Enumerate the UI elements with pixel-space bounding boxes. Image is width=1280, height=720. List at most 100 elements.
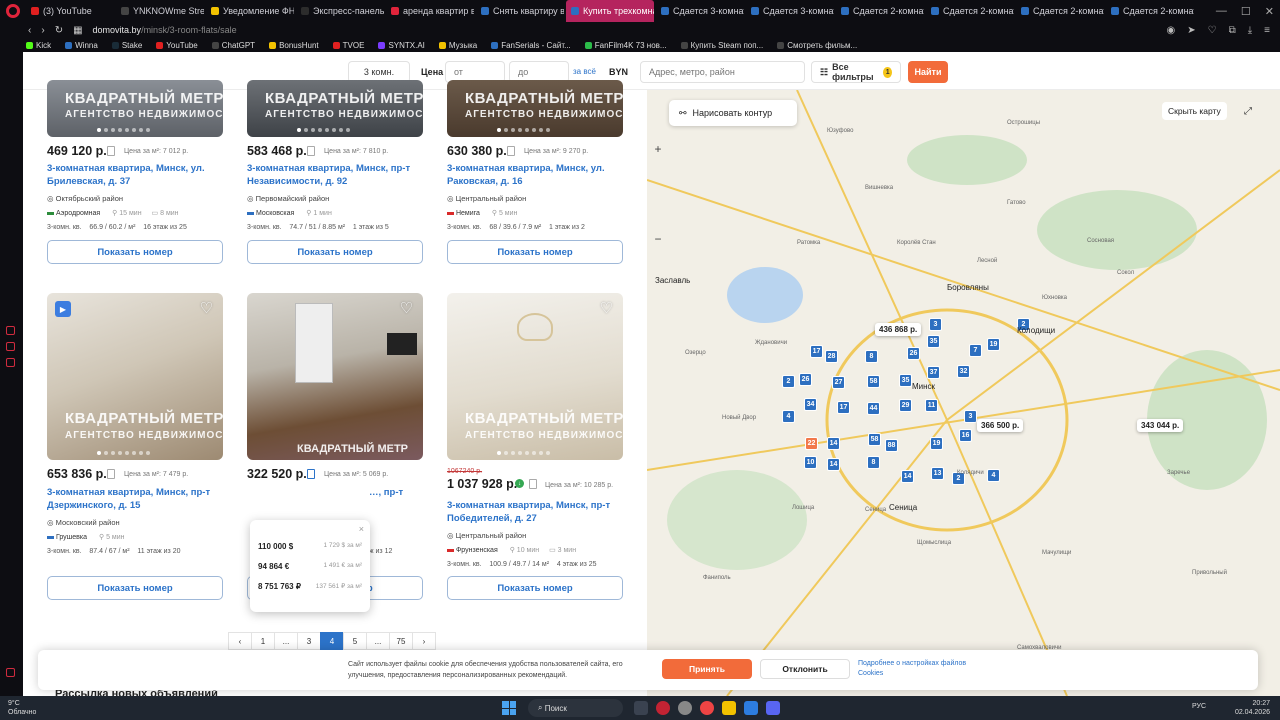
calculator-icon[interactable] bbox=[507, 146, 515, 156]
favorite-heart-icon[interactable]: ♡ bbox=[198, 301, 215, 316]
hide-map-button[interactable]: Скрыть карту bbox=[1162, 102, 1227, 120]
opera-taskbar-icon[interactable] bbox=[656, 701, 670, 715]
page-button[interactable]: ... bbox=[366, 632, 390, 650]
close-icon[interactable]: ✕ bbox=[1265, 5, 1274, 18]
page-button[interactable]: 1 bbox=[251, 632, 275, 650]
map-cluster-marker[interactable]: 32 bbox=[957, 365, 970, 378]
show-phone-button[interactable]: Показать номер bbox=[247, 240, 423, 264]
sidebar-more-icon[interactable] bbox=[6, 668, 15, 677]
map-price-marker[interactable]: 436 868 р. bbox=[875, 323, 922, 336]
per-all-toggle[interactable]: за всё bbox=[573, 67, 596, 76]
currency-select[interactable]: BYN bbox=[609, 67, 628, 77]
reload-icon[interactable]: ↻ bbox=[55, 25, 63, 36]
bookmark-item[interactable]: Музыка bbox=[438, 41, 477, 50]
page-button[interactable]: 75 bbox=[389, 632, 413, 650]
map-cluster-marker[interactable]: 29 bbox=[899, 399, 912, 412]
camera-icon[interactable]: ◉ bbox=[1167, 25, 1176, 36]
browser-tab[interactable]: Сдается 2-комнатная bbox=[1016, 0, 1104, 22]
map-cluster-marker[interactable]: 8 bbox=[867, 456, 880, 469]
bookmark-item[interactable]: FanSerials - Сайт... bbox=[491, 41, 571, 50]
all-filters-button[interactable]: ☷ Все фильтры 1 bbox=[811, 61, 901, 83]
map-cluster-marker[interactable]: 35 bbox=[927, 335, 940, 348]
map-cluster-marker[interactable]: 35 bbox=[899, 374, 912, 387]
map-panel[interactable]: ⚯ Нарисовать контур Скрыть карту ⤢ + − 32… bbox=[647, 90, 1280, 696]
discord-taskbar-icon[interactable] bbox=[766, 701, 780, 715]
map-cluster-marker[interactable]: 7 bbox=[969, 344, 982, 357]
show-phone-button[interactable]: Показать номер bbox=[47, 240, 223, 264]
map-cluster-marker[interactable]: 17 bbox=[810, 345, 823, 358]
forward-icon[interactable]: › bbox=[41, 25, 44, 36]
explorer-taskbar-icon[interactable] bbox=[722, 701, 736, 715]
map-cluster-marker[interactable]: 4 bbox=[782, 410, 795, 423]
page-button[interactable]: 5 bbox=[343, 632, 367, 650]
browser-tab[interactable]: Снять квартиру в Мин bbox=[476, 0, 564, 22]
task-view-icon[interactable] bbox=[634, 701, 648, 715]
calculator-icon[interactable] bbox=[307, 146, 315, 156]
map-cluster-marker[interactable]: 3 bbox=[964, 410, 977, 423]
map-cluster-marker[interactable]: 14 bbox=[827, 458, 840, 471]
start-icon[interactable] bbox=[502, 701, 516, 715]
browser-tab[interactable]: Купить трехкомнатную bbox=[566, 0, 654, 22]
weather-widget[interactable]: 9°C Облачно bbox=[8, 699, 36, 717]
map-cluster-marker[interactable]: 88 bbox=[885, 439, 898, 452]
send-icon[interactable]: ➤ bbox=[1187, 25, 1195, 36]
address-input[interactable] bbox=[640, 61, 805, 83]
map-price-marker[interactable]: 343 044 р. bbox=[1137, 419, 1184, 432]
map-cluster-marker[interactable]: 19 bbox=[930, 437, 943, 450]
browser-tab[interactable]: (3) YouTube bbox=[26, 0, 114, 22]
grid-icon[interactable]: ▦ bbox=[73, 25, 82, 36]
calculator-icon[interactable] bbox=[307, 469, 315, 479]
map-cluster-marker[interactable]: 58 bbox=[868, 433, 881, 446]
listing-photo[interactable]: ▶ ♡ КВАДРАТНЫЙ МЕТР АГЕНТСТВО НЕДВИЖИМОС… bbox=[47, 293, 223, 460]
map-cluster-marker[interactable]: 14 bbox=[901, 470, 914, 483]
draw-contour-button[interactable]: ⚯ Нарисовать контур bbox=[669, 100, 797, 126]
show-phone-button[interactable]: Показать номер bbox=[47, 576, 223, 600]
bookmark-item[interactable]: Kick bbox=[26, 41, 51, 50]
taskbar-search[interactable]: ⌕ Поиск bbox=[528, 699, 623, 717]
show-phone-button[interactable]: Показать номер bbox=[447, 240, 623, 264]
bookmark-icon[interactable]: ♡ bbox=[1208, 25, 1217, 36]
calculator-icon[interactable] bbox=[529, 479, 537, 489]
map-cluster-marker[interactable]: 22 bbox=[805, 437, 818, 450]
close-popup-icon[interactable]: × bbox=[359, 524, 364, 534]
map-cluster-marker[interactable]: 11 bbox=[925, 399, 938, 412]
menu-icon[interactable]: ≡ bbox=[1264, 25, 1270, 36]
favorite-heart-icon[interactable]: ♡ bbox=[398, 301, 415, 316]
bookmark-item[interactable]: ChatGPT bbox=[211, 41, 255, 50]
listing-photo[interactable]: ♡ КВАДРАТНЫЙ МЕТР АГЕНТСТВО НЕДВИЖИМОСТИ bbox=[447, 293, 623, 460]
map-price-marker[interactable]: 366 500 р. bbox=[977, 419, 1024, 432]
bookmark-item[interactable]: TVOE bbox=[332, 41, 364, 50]
browser-tab[interactable]: Сдается 3-комнатная bbox=[656, 0, 744, 22]
bookmark-item[interactable]: BonusHunt bbox=[269, 41, 319, 50]
listing-title[interactable]: 3-комнатная квартира, Минск, пр-т Победи… bbox=[447, 499, 623, 525]
find-button[interactable]: Найти bbox=[908, 61, 948, 83]
cookie-decline-button[interactable]: Отклонить bbox=[760, 659, 850, 679]
bookmark-item[interactable]: SYNTX.AI bbox=[378, 41, 425, 50]
back-icon[interactable]: ‹ bbox=[28, 25, 31, 36]
url-field[interactable]: domovita.by/minsk/3-room-flats/sale bbox=[93, 25, 237, 35]
map-cluster-marker[interactable]: 26 bbox=[799, 373, 812, 386]
video-icon[interactable]: ▶ bbox=[55, 301, 71, 317]
calculator-icon[interactable] bbox=[107, 146, 115, 156]
browser-tab[interactable]: Экспресс-панель bbox=[296, 0, 384, 22]
map-cluster-marker[interactable]: 44 bbox=[867, 402, 880, 415]
map-cluster-marker[interactable]: 8 bbox=[865, 350, 878, 363]
cookie-accept-button[interactable]: Принять bbox=[662, 659, 752, 679]
maximize-icon[interactable]: ☐ bbox=[1241, 5, 1251, 18]
browser-tab[interactable]: аренда квартир в мин bbox=[386, 0, 474, 22]
listing-photo[interactable]: ♡ КВАДРАТНЫЙ МЕТР bbox=[247, 293, 423, 460]
show-phone-button[interactable]: Показать номер bbox=[447, 576, 623, 600]
sidebar-wallet-icon[interactable] bbox=[6, 342, 15, 351]
map-cluster-marker[interactable]: 2 bbox=[782, 375, 795, 388]
map-cluster-marker[interactable]: 13 bbox=[931, 467, 944, 480]
map-cluster-marker[interactable]: 27 bbox=[832, 376, 845, 389]
bookmark-item[interactable]: FanFilm4K 73 нов... bbox=[584, 41, 667, 50]
page-button[interactable]: ‹ bbox=[228, 632, 252, 650]
clock[interactable]: 20:27 02.04.2026 bbox=[1235, 699, 1270, 717]
minimize-icon[interactable]: — bbox=[1216, 5, 1227, 17]
extensions-icon[interactable]: ⧉ bbox=[1229, 25, 1236, 36]
listing-title[interactable]: 3-комнатная квартира, Минск, пр-т Незави… bbox=[247, 162, 423, 188]
browser-tab[interactable]: Сдается 3-комнатная bbox=[746, 0, 834, 22]
browser-tab[interactable]: YNKNOWme Stream - bbox=[116, 0, 204, 22]
cookie-settings-link[interactable]: Подробнее о настройках файлов Cookies bbox=[858, 659, 968, 679]
